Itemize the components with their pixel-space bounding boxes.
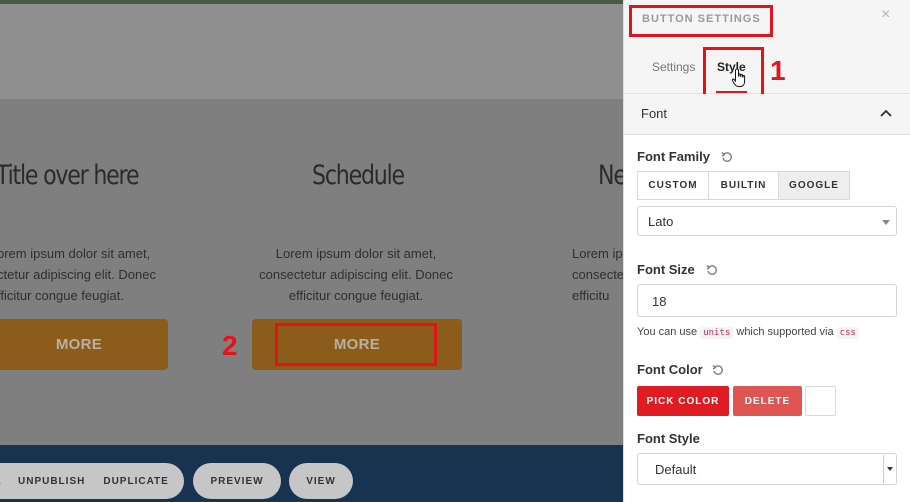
help-code-css: css bbox=[836, 327, 859, 339]
help-text: which supported via bbox=[736, 326, 834, 338]
help-text: You can use bbox=[637, 326, 698, 338]
view-button[interactable]: VIEW bbox=[289, 463, 353, 499]
column-text-line: Lorem ipsum dolor sit amet, bbox=[275, 246, 437, 261]
section-label: Font bbox=[641, 106, 668, 121]
column-text-line: efficitu bbox=[572, 288, 610, 303]
column-text-line: orem ipsum dolor sit amet, bbox=[0, 246, 151, 261]
caret-down-icon bbox=[882, 220, 890, 225]
column-text-line: Lorem ip bbox=[572, 246, 623, 261]
color-swatch[interactable] bbox=[805, 386, 836, 416]
font-style-select[interactable]: Default bbox=[637, 453, 897, 485]
font-size-help: You can use units which supported via cs… bbox=[637, 326, 859, 339]
font-section-header[interactable]: Font bbox=[624, 94, 910, 135]
select-spinner-icon bbox=[883, 455, 896, 483]
more-button-1[interactable]: MORE bbox=[0, 319, 168, 370]
option-google[interactable]: GOOGLE bbox=[779, 172, 849, 199]
column-text-2: Lorem ipsum dolor sit amet, consectetur … bbox=[250, 243, 462, 306]
column-title-1: Title over here bbox=[0, 160, 140, 191]
column-text-line: ctetur adipiscing elit. Donec bbox=[0, 267, 156, 282]
chevron-up-icon bbox=[880, 109, 892, 117]
column-text-3: Lorem ip consectet efficitu bbox=[572, 243, 623, 306]
column-title-3: Ne bbox=[598, 160, 623, 191]
font-family-select[interactable]: Lato bbox=[637, 206, 897, 236]
pick-color-button[interactable]: PICK COLOR bbox=[637, 386, 729, 416]
font-size-label: Font Size bbox=[637, 262, 695, 277]
page-canvas: Title over here orem ipsum dolor sit ame… bbox=[0, 0, 623, 502]
tab-settings[interactable]: Settings bbox=[652, 60, 695, 74]
duplicate-button[interactable]: DUPLICATE bbox=[103, 476, 168, 487]
font-family-value: Lato bbox=[648, 214, 674, 229]
hero-section bbox=[0, 4, 623, 99]
font-style-value: Default bbox=[655, 462, 697, 477]
reset-icon[interactable] bbox=[706, 264, 718, 276]
annotation-box-title bbox=[629, 5, 773, 37]
annotation-box-2 bbox=[275, 323, 437, 366]
publish-toolbar: E UNPUBLISH DUPLICATE bbox=[0, 463, 184, 499]
reset-icon[interactable] bbox=[712, 364, 724, 376]
preview-button[interactable]: PREVIEW bbox=[193, 463, 281, 499]
column-text-line: fficitur congue feugiat. bbox=[0, 288, 124, 303]
font-size-input[interactable]: 18 bbox=[637, 284, 897, 317]
annotation-number-1: 1 bbox=[770, 55, 786, 86]
option-builtin[interactable]: BUILTIN bbox=[709, 172, 779, 199]
close-icon[interactable]: × bbox=[881, 6, 890, 24]
unpublish-button[interactable]: UNPUBLISH bbox=[18, 476, 85, 487]
font-size-value: 18 bbox=[652, 294, 667, 309]
font-style-label: Font Style bbox=[637, 431, 700, 446]
column-text-line: consectetur adipiscing elit. Donec bbox=[259, 267, 453, 282]
font-color-label: Font Color bbox=[637, 362, 703, 377]
font-family-label: Font Family bbox=[637, 149, 710, 164]
column-text-line: efficitur congue feugiat. bbox=[288, 288, 424, 303]
button-settings-panel: BUTTON SETTINGS × Settings Style 1 Font … bbox=[623, 0, 910, 502]
font-source-selector: CUSTOM BUILTIN GOOGLE bbox=[637, 171, 850, 200]
column-text-1: orem ipsum dolor sit amet, ctetur adipis… bbox=[0, 243, 157, 306]
annotation-number-2: 2 bbox=[222, 330, 238, 361]
delete-color-button[interactable]: DELETE bbox=[733, 386, 802, 416]
reset-icon[interactable] bbox=[721, 151, 733, 163]
option-custom[interactable]: CUSTOM bbox=[638, 172, 709, 199]
column-text-line: consectet bbox=[572, 267, 623, 282]
column-title-2: Schedule bbox=[312, 160, 405, 191]
help-code-units: units bbox=[700, 327, 734, 339]
